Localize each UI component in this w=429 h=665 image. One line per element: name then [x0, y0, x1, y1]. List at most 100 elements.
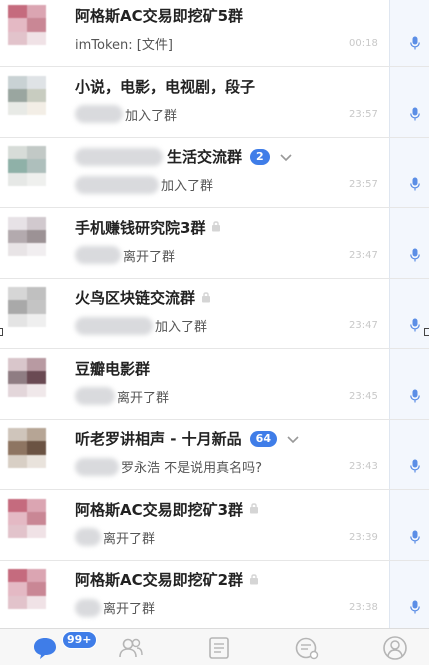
- chat-title-text: 阿格斯AC交易即挖矿5群: [75, 7, 244, 25]
- avatar-tile: [27, 441, 46, 455]
- chat-row[interactable]: 小说，电影，电视剧，段子 加入了群 23:57: [0, 68, 429, 138]
- group-avatar: [8, 569, 46, 609]
- redacted-text: [75, 147, 163, 166]
- microphone-icon[interactable]: [410, 458, 420, 477]
- avatar-tile: [8, 216, 27, 230]
- chat-title: 小说，电影，电视剧，段子: [75, 76, 255, 97]
- avatar-tile: [27, 357, 46, 371]
- chat-row[interactable]: 阿格斯AC交易即挖矿2群 离开了群 23:38: [0, 561, 429, 631]
- avatar-tile: [8, 313, 27, 327]
- redacted-text: [75, 316, 153, 335]
- microphone-icon[interactable]: [410, 599, 420, 618]
- tab-discover[interactable]: [284, 629, 330, 665]
- tab-profile[interactable]: [372, 629, 418, 665]
- avatar-tile: [27, 216, 46, 230]
- avatar-tile: [8, 384, 27, 398]
- avatar-tile: [27, 511, 46, 526]
- chat-title-text: 手机赚钱研究院3群: [75, 218, 206, 237]
- microphone-icon[interactable]: [410, 247, 420, 266]
- group-avatar: [8, 5, 46, 45]
- chat-row[interactable]: 豆瓣电影群 离开了群 23:45: [0, 350, 429, 420]
- avatar-tile: [27, 18, 46, 32]
- group-avatar: [8, 146, 46, 186]
- microphone-icon[interactable]: [410, 176, 420, 195]
- discover-icon: [295, 637, 319, 659]
- last-message-text: 加入了群: [125, 108, 178, 124]
- tab-contacts[interactable]: [108, 629, 154, 665]
- tab-notes[interactable]: [196, 629, 242, 665]
- avatar-tile: [27, 5, 46, 19]
- group-avatar: [8, 428, 46, 468]
- chat-title-text: 火鸟区块链交流群: [75, 289, 196, 307]
- group-avatar: [8, 216, 46, 257]
- avatar-tile: [8, 88, 27, 103]
- avatar-tile: [8, 454, 27, 468]
- chat-title: 豆瓣电影群: [75, 358, 150, 379]
- avatar-tile: [8, 428, 27, 442]
- chat-row[interactable]: 手机赚钱研究院3群 离开了群 23:47: [0, 209, 429, 279]
- avatar-tile: [27, 428, 46, 442]
- avatar-tile: [8, 102, 27, 116]
- message-time: 23:47: [349, 320, 378, 331]
- lock-icon: [211, 218, 221, 236]
- last-message: imToken: [文件]: [75, 34, 173, 53]
- chat-row[interactable]: 生活交流群 2 加入了群 23:57: [0, 138, 429, 208]
- last-message-text: 离开了群: [117, 390, 170, 406]
- avatar-tile: [27, 370, 46, 385]
- chat-title: 生活交流群 2: [75, 146, 292, 167]
- chat-row[interactable]: 阿格斯AC交易即挖矿3群离开了群 23:39: [0, 491, 429, 561]
- chat-bubble-icon: [34, 637, 56, 659]
- avatar-tile: [27, 75, 46, 89]
- last-message: 离开了群: [75, 246, 175, 265]
- avatar-tile: [27, 384, 46, 398]
- last-message-text: 离开了群: [123, 249, 176, 265]
- microphone-icon[interactable]: [410, 388, 420, 407]
- avatar-tile: [27, 498, 46, 512]
- avatar-tile: [8, 357, 27, 371]
- chat-title-text: 听老罗讲相声 - 十月新品: [75, 430, 242, 448]
- last-message-text: 加入了群: [161, 179, 214, 194]
- avatar-tile: [27, 243, 46, 257]
- message-time: 00:18: [349, 38, 378, 49]
- group-avatar: [8, 498, 46, 539]
- chat-title: 阿格斯AC交易即挖矿5群: [75, 5, 243, 26]
- chat-row[interactable]: 火鸟区块链交流群 加入了群 23:47: [0, 279, 429, 349]
- avatar-tile: [27, 146, 46, 160]
- group-avatar: [8, 75, 46, 116]
- redacted-text: [75, 105, 123, 123]
- microphone-icon[interactable]: [410, 106, 420, 125]
- avatar-tile: [27, 287, 46, 301]
- redacted-text: [75, 457, 119, 476]
- chat-title: 火鸟区块链交流群: [75, 287, 211, 308]
- avatar-tile: [27, 159, 46, 173]
- message-time: 23:43: [349, 461, 378, 472]
- avatar-tile: [8, 146, 27, 160]
- last-message-text: imToken: [文件]: [75, 38, 173, 53]
- microphone-icon[interactable]: [410, 529, 420, 548]
- avatar-tile: [8, 300, 27, 314]
- avatar-tile: [8, 172, 27, 186]
- chat-row[interactable]: 阿格斯AC交易即挖矿5群 imToken: [文件] 00:18: [0, 0, 429, 67]
- lock-icon: [249, 500, 259, 518]
- group-avatar: [8, 287, 46, 327]
- profile-icon: [383, 635, 407, 660]
- avatar-tile: [27, 525, 46, 539]
- chat-title-text: 阿格斯AC交易即挖矿3群: [75, 500, 244, 519]
- avatar-tile: [8, 525, 27, 539]
- avatar-tile: [27, 31, 46, 45]
- avatar-tile: [8, 18, 27, 32]
- tab-messages[interactable]: 99+: [20, 629, 97, 665]
- redacted-text: [75, 246, 121, 264]
- group-avatar: [8, 357, 46, 398]
- avatar-tile: [27, 582, 46, 596]
- message-time: 23:39: [349, 531, 378, 543]
- microphone-icon[interactable]: [410, 317, 420, 336]
- chat-row[interactable]: 听老罗讲相声 - 十月新品 64 罗永浩 不是说用真名吗? 23:43: [0, 420, 429, 490]
- chat-title: 手机赚钱研究院3群: [75, 217, 221, 238]
- avatar-tile: [8, 31, 27, 45]
- last-message-text: 离开了群: [103, 531, 156, 547]
- chevron-down-icon[interactable]: [280, 148, 292, 166]
- chat-title: 阿格斯AC交易即挖矿2群: [75, 569, 259, 590]
- chevron-down-icon[interactable]: [287, 430, 299, 448]
- microphone-icon[interactable]: [410, 35, 420, 54]
